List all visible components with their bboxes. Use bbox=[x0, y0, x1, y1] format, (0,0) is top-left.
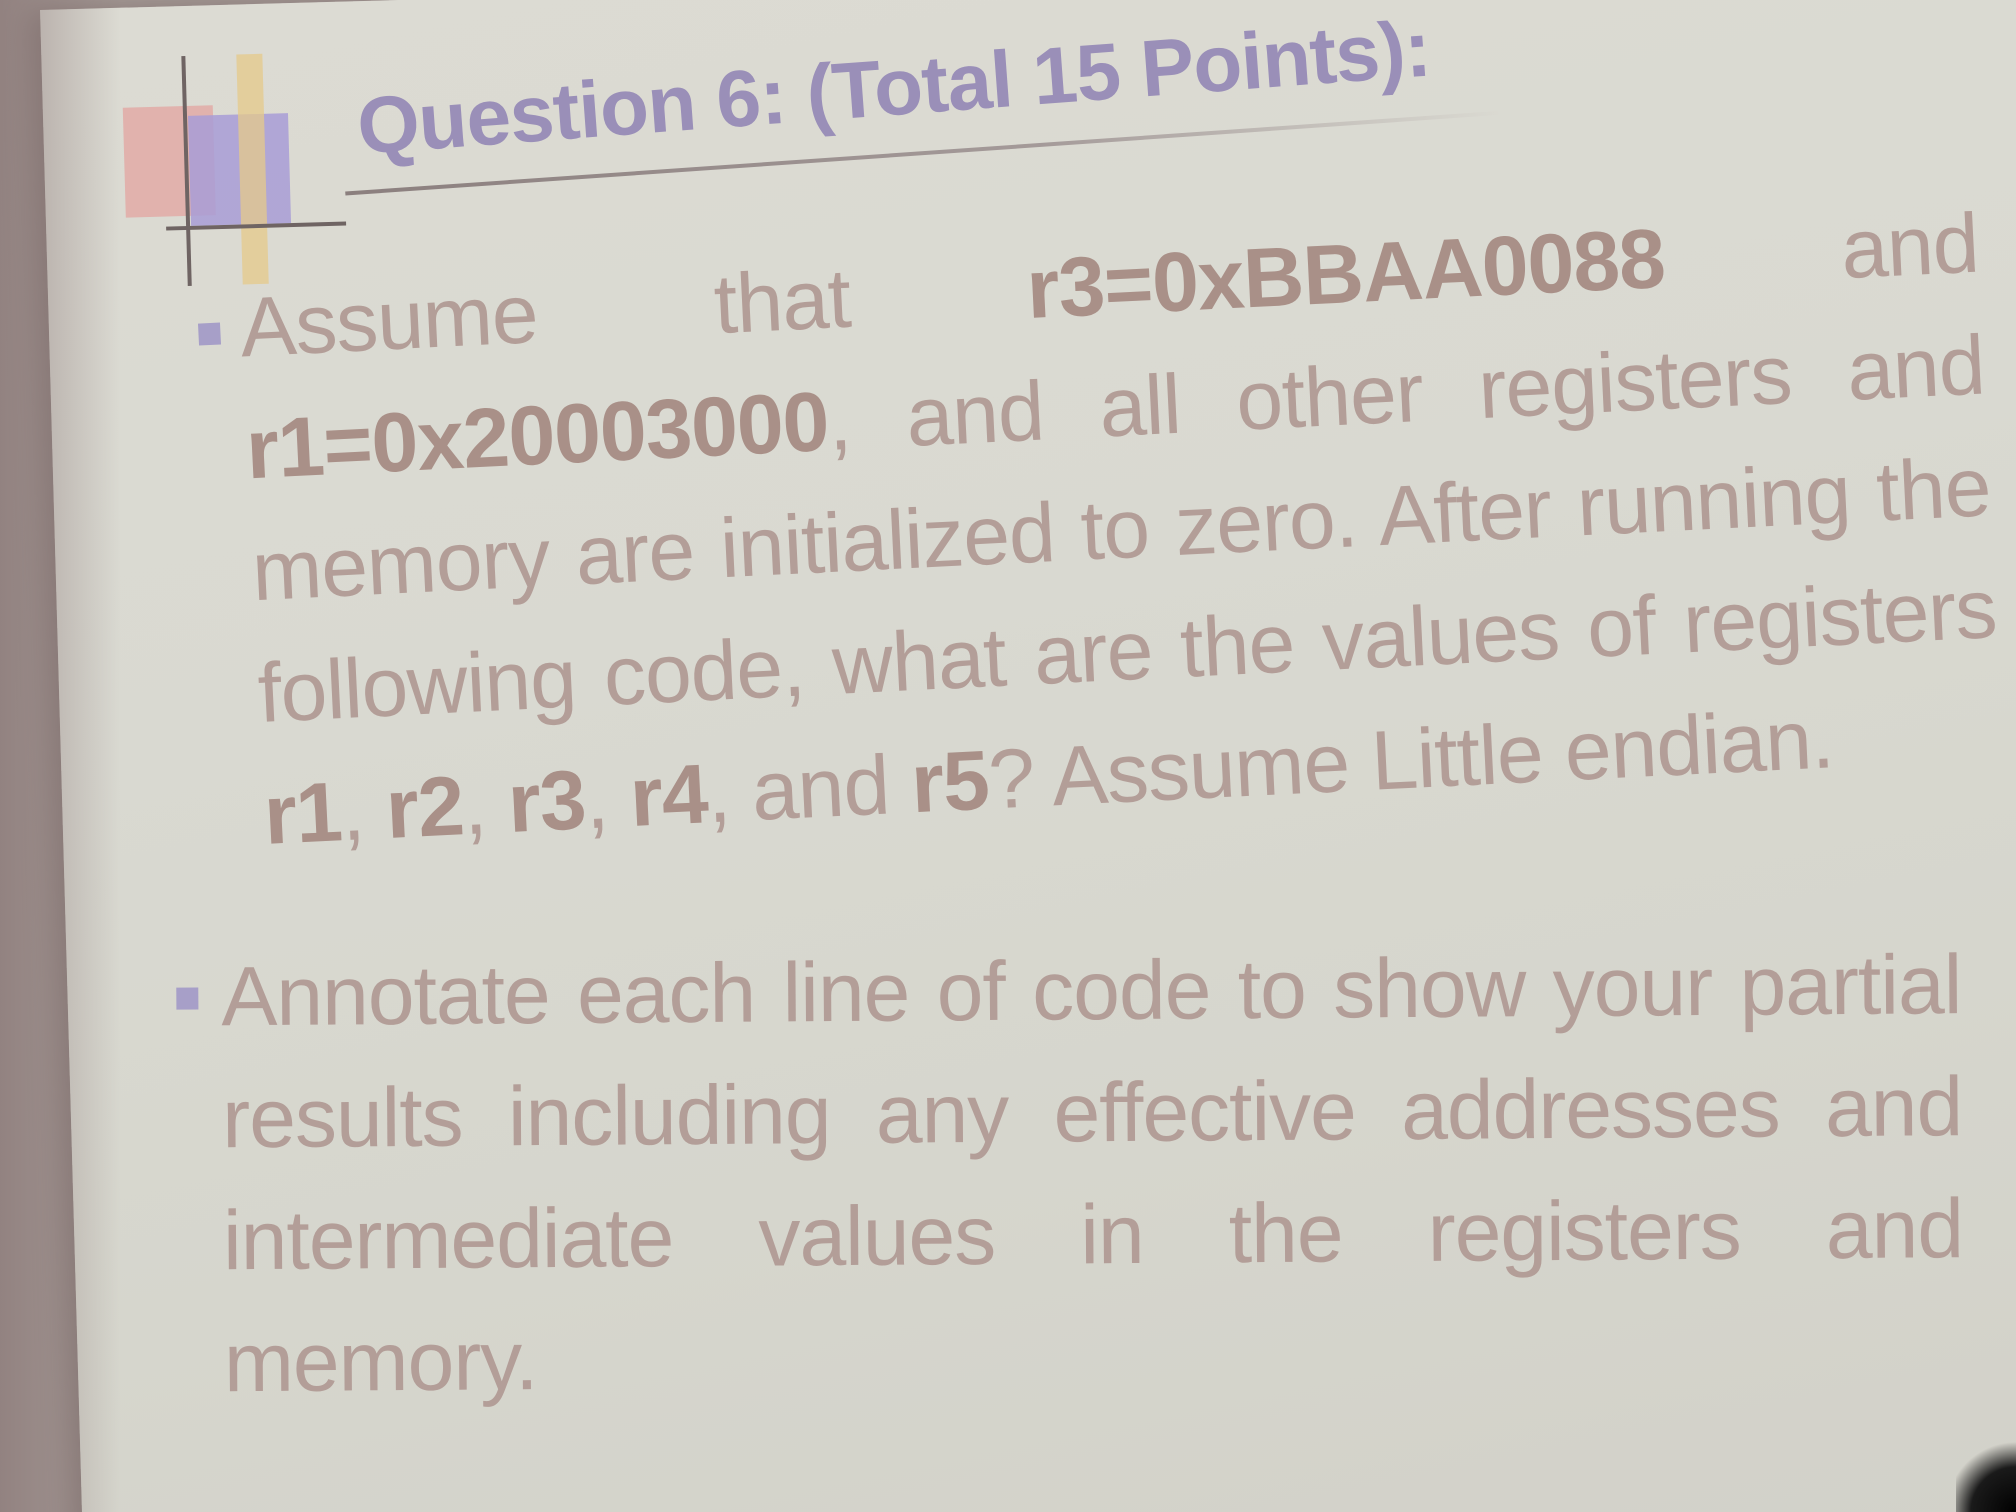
register-value-r3: r3=0xBBAA0088 bbox=[1024, 210, 1667, 336]
bullet-2-text: Annotate each line of code to show your … bbox=[221, 937, 1964, 1410]
bullet-1-seg: , bbox=[461, 756, 511, 853]
register-name-r5: r5 bbox=[908, 732, 991, 831]
template-decoration-yellow-bar bbox=[236, 53, 269, 285]
bullet-item-2: Annotate each line of code to show your … bbox=[176, 923, 1964, 1423]
register-name-r3: r3 bbox=[505, 752, 588, 850]
bullet-1-seg: and bbox=[1662, 195, 1981, 305]
register-name-r4: r4 bbox=[627, 746, 710, 844]
bullet-1-seg: Assume that bbox=[237, 242, 1030, 375]
bullet-item-1: Assume that r3=0xBBAA0088 and r1=0x20003… bbox=[197, 182, 2005, 876]
photo-left-edge-shadow bbox=[0, 0, 120, 1512]
register-name-r1: r1 bbox=[261, 764, 344, 862]
bullet-1-seg: ? Assume Little endian. bbox=[986, 691, 1836, 827]
bullet-1-seg: , and all other registers and memory are… bbox=[249, 317, 1999, 741]
register-value-r1: r1=0x20003000 bbox=[243, 373, 831, 497]
bullet-marker-icon bbox=[176, 987, 199, 1010]
slide-title: Question 6: (Total 15 Points): bbox=[354, 3, 1434, 172]
projected-slide: Question 6: (Total 15 Points): Assume th… bbox=[40, 0, 2016, 1512]
bullet-1-text: Assume that r3=0xBBAA0088 and r1=0x20003… bbox=[238, 196, 1998, 862]
bullet-marker-icon bbox=[197, 322, 222, 346]
photo-stage: Question 6: (Total 15 Points): Assume th… bbox=[0, 0, 2016, 1512]
photo-corner-shadow bbox=[1956, 1432, 2016, 1512]
bullet-1-seg: , bbox=[582, 750, 633, 847]
bullet-1-seg: , and bbox=[704, 736, 914, 841]
bullet-1-seg: , bbox=[339, 762, 389, 859]
register-name-r2: r2 bbox=[383, 758, 466, 856]
